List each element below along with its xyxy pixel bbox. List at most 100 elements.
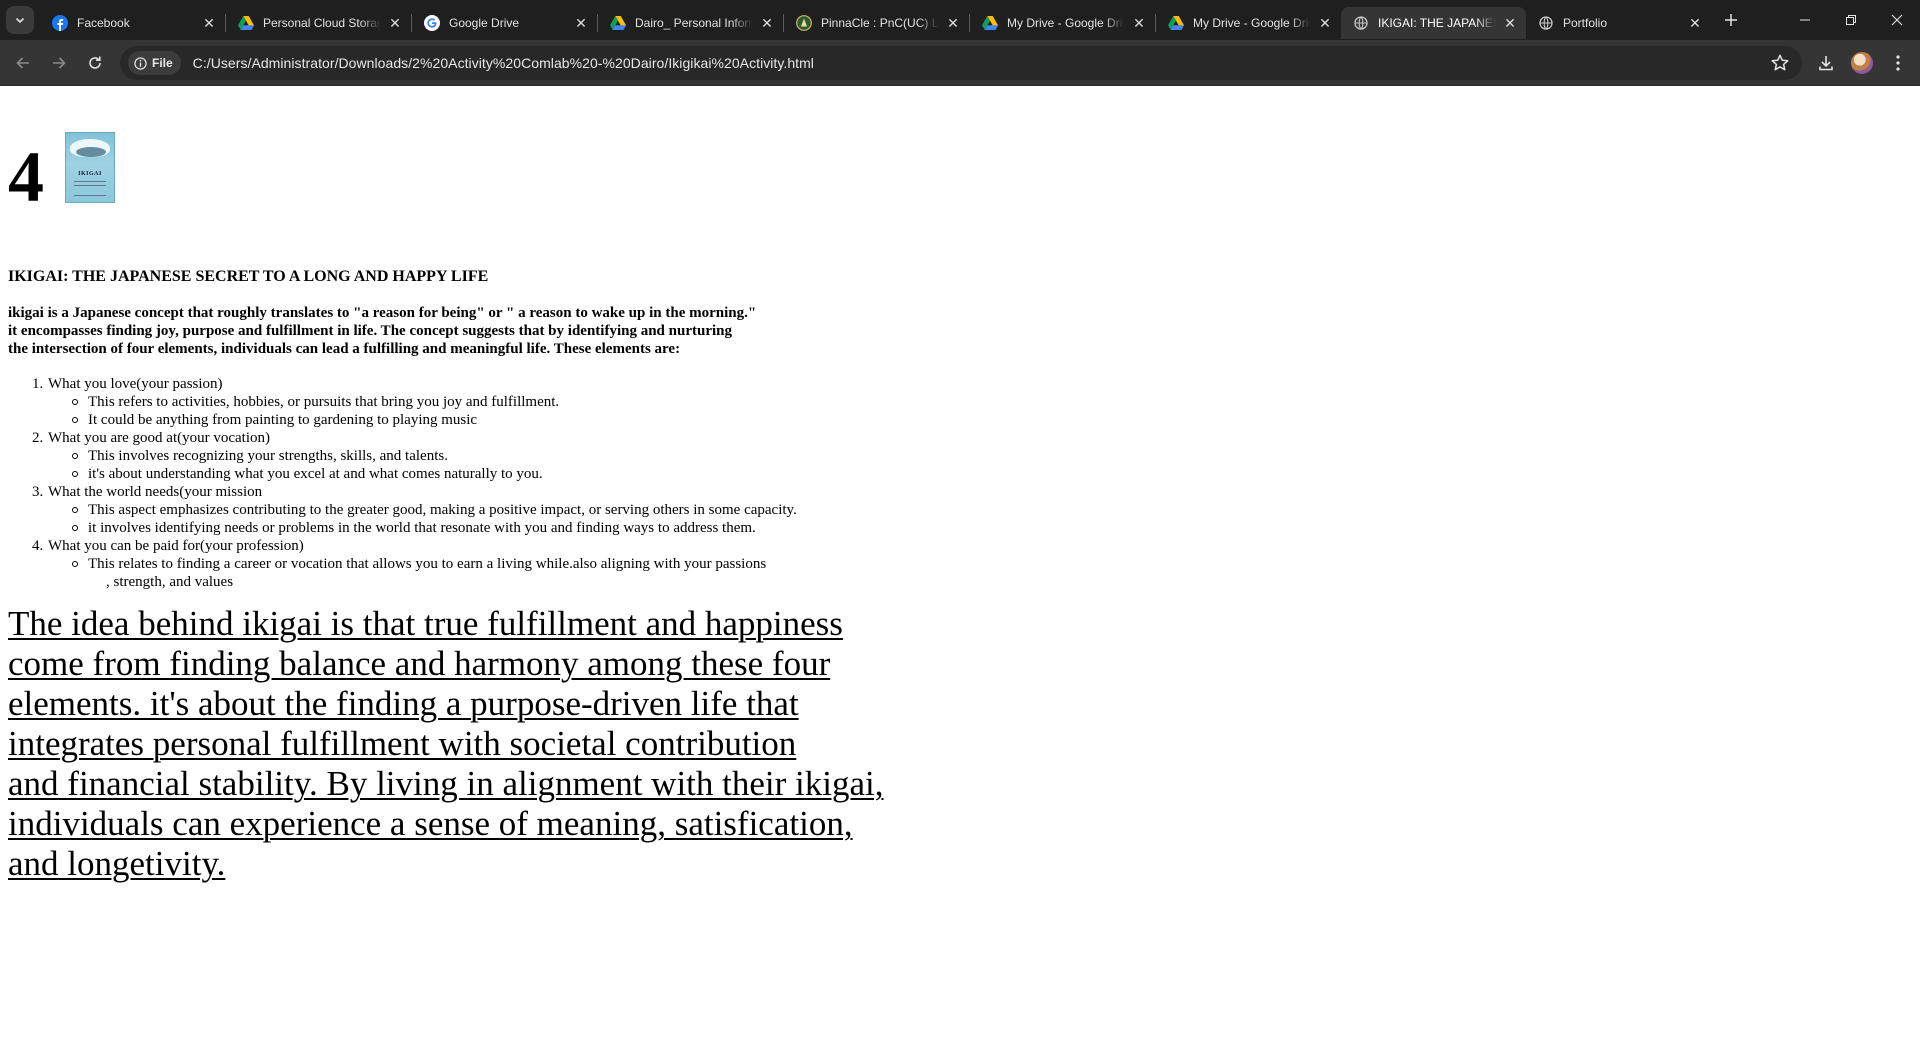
intro-line: the intersection of four elements, indiv… bbox=[8, 341, 681, 357]
closing-line: and financial stability. By living in al… bbox=[8, 764, 884, 803]
sub-list-text: it's about understanding what you excel … bbox=[88, 466, 543, 482]
tab-my-drive[interactable]: My Drive - Google Drive ✕ bbox=[1156, 7, 1341, 39]
arrow-right-icon bbox=[53, 56, 66, 69]
forward-button[interactable] bbox=[42, 46, 76, 80]
arrow-left-icon bbox=[16, 56, 29, 69]
globe-icon bbox=[1538, 15, 1554, 31]
more-vert-icon bbox=[1896, 55, 1900, 71]
restore-icon bbox=[1846, 15, 1856, 25]
tab-list: Facebook ✕ Personal Cloud Storage ✕ Goog… bbox=[40, 0, 1745, 40]
chevron-down-icon bbox=[15, 17, 25, 24]
toolbar-actions bbox=[1808, 40, 1920, 86]
tab-pinnacle[interactable]: PinnaCle : PnC(UC) Learning ✕ bbox=[784, 7, 969, 39]
closing-line: integrates personal fulfillment with soc… bbox=[8, 724, 797, 763]
tab-close-icon[interactable]: ✕ bbox=[573, 15, 589, 31]
tab-portfolio[interactable]: Portfolio ✕ bbox=[1526, 7, 1711, 39]
site-info-chip[interactable]: File bbox=[128, 51, 181, 75]
tab-close-icon[interactable]: ✕ bbox=[759, 15, 775, 31]
sub-list-continuation: , strength, and values bbox=[106, 574, 234, 590]
list-number: 4. bbox=[32, 538, 44, 554]
tab-dairo-personal-information[interactable]: Dairo_ Personal Information ✕ bbox=[598, 7, 783, 39]
google-drive-icon bbox=[238, 15, 254, 31]
intro-line: it encompasses finding joy, purpose and … bbox=[8, 323, 732, 339]
tab-close-icon[interactable]: ✕ bbox=[201, 15, 217, 31]
sub-list-item: This aspect emphasizes contributing to t… bbox=[8, 501, 797, 519]
new-tab-button[interactable] bbox=[1717, 6, 1745, 34]
closing-line: and longetivity. bbox=[8, 844, 226, 883]
tab-title: Dairo_ Personal Information bbox=[635, 16, 753, 30]
circle-bullet-icon bbox=[72, 471, 78, 477]
browser-toolbar: File C:/Users/Administrator/Downloads/2%… bbox=[0, 40, 1920, 86]
minimize-button[interactable] bbox=[1782, 0, 1828, 40]
tab-ikigai[interactable]: IKIGAI: THE JAPANESE SECRET ✕ bbox=[1341, 7, 1526, 39]
tab-personal-cloud-storage[interactable]: Personal Cloud Storage ✕ bbox=[226, 7, 411, 39]
sub-list-item: This relates to finding a career or voca… bbox=[8, 555, 797, 573]
circle-bullet-icon bbox=[72, 525, 78, 531]
tab-facebook[interactable]: Facebook ✕ bbox=[40, 7, 225, 39]
profile-button[interactable] bbox=[1844, 45, 1880, 81]
sub-list-text: This relates to finding a career or voca… bbox=[88, 556, 767, 572]
sub-list-text: This aspect emphasizes contributing to t… bbox=[88, 502, 797, 518]
tab-title: My Drive - Google Drive bbox=[1007, 16, 1125, 30]
list-item-label: What the world needs(your mission bbox=[48, 484, 263, 500]
address-bar[interactable]: File C:/Users/Administrator/Downloads/2%… bbox=[120, 46, 1802, 80]
heading-row: 4 IKIGAI bbox=[8, 132, 115, 213]
tab-close-icon[interactable]: ✕ bbox=[387, 15, 403, 31]
google-drive-icon bbox=[1168, 15, 1184, 31]
downloads-button[interactable] bbox=[1808, 45, 1844, 81]
closing-line: The idea behind ikigai is that true fulf… bbox=[8, 604, 843, 643]
reload-icon bbox=[89, 56, 101, 69]
tab-close-icon[interactable]: ✕ bbox=[945, 15, 961, 31]
menu-button[interactable] bbox=[1880, 45, 1916, 81]
list-item-label: What you love(your passion) bbox=[48, 376, 223, 392]
circle-bullet-icon bbox=[72, 453, 78, 459]
tab-google-drive[interactable]: Google Drive ✕ bbox=[412, 7, 597, 39]
window-controls bbox=[1782, 0, 1920, 40]
sub-list-text: This refers to activities, hobbies, or p… bbox=[88, 394, 560, 410]
tab-strip: Facebook ✕ Personal Cloud Storage ✕ Goog… bbox=[0, 0, 1920, 40]
tab-close-icon[interactable]: ✕ bbox=[1317, 15, 1333, 31]
bookmark-star-icon[interactable] bbox=[1770, 53, 1790, 73]
circle-bullet-icon bbox=[72, 507, 78, 513]
list-item: 4. What you can be paid for(your profess… bbox=[8, 537, 797, 555]
minimize-icon bbox=[1800, 19, 1810, 21]
tab-search-button[interactable] bbox=[6, 6, 34, 34]
close-window-button[interactable] bbox=[1874, 0, 1920, 40]
tab-close-icon[interactable]: ✕ bbox=[1131, 15, 1147, 31]
sub-list-item: it involves identifying needs or problem… bbox=[8, 519, 797, 537]
intro-paragraph: ikigai is a Japanese concept that roughl… bbox=[8, 304, 756, 358]
list-item-label: What you are good at(your vocation) bbox=[48, 430, 271, 446]
elements-list: 1. What you love(your passion) This refe… bbox=[8, 375, 797, 591]
list-item-label: What you can be paid for(your profession… bbox=[48, 538, 304, 554]
avatar bbox=[1851, 52, 1873, 74]
list-number: 3. bbox=[32, 484, 44, 500]
close-icon bbox=[1891, 14, 1903, 26]
tab-close-icon[interactable]: ✕ bbox=[1502, 15, 1518, 31]
tab-title: IKIGAI: THE JAPANESE SECRET bbox=[1378, 16, 1496, 30]
tab-title: Facebook bbox=[77, 16, 130, 30]
reload-button[interactable] bbox=[78, 46, 112, 80]
list-item: 2. What you are good at(your vocation) bbox=[8, 429, 797, 447]
circle-bullet-icon bbox=[72, 561, 78, 567]
sub-list-text: It could be anything from painting to ga… bbox=[88, 412, 478, 428]
intro-line: ikigai is a Japanese concept that roughl… bbox=[8, 305, 757, 321]
ikigai-book-cover-image: IKIGAI bbox=[65, 132, 115, 203]
back-button[interactable] bbox=[6, 46, 40, 80]
tab-title: My Drive - Google Drive bbox=[1193, 16, 1311, 30]
closing-paragraph: The idea behind ikigai is that true fulf… bbox=[8, 604, 884, 884]
restore-button[interactable] bbox=[1828, 0, 1874, 40]
closing-line: individuals can experience a sense of me… bbox=[8, 804, 853, 843]
book-cover-title: IKIGAI bbox=[78, 171, 102, 177]
closing-line: come from finding balance and harmony am… bbox=[8, 644, 831, 683]
info-icon bbox=[134, 56, 147, 70]
circle-bullet-icon bbox=[72, 399, 78, 405]
sub-list-item: it's about understanding what you excel … bbox=[8, 465, 797, 483]
tab-my-drive[interactable]: My Drive - Google Drive ✕ bbox=[970, 7, 1155, 39]
list-item: 3. What the world needs(your mission bbox=[8, 483, 797, 501]
facebook-icon bbox=[52, 15, 68, 31]
url-text: C:/Users/Administrator/Downloads/2%20Act… bbox=[192, 55, 814, 71]
tab-close-icon[interactable]: ✕ bbox=[1687, 15, 1703, 31]
tab-title: PinnaCle : PnC(UC) Learning bbox=[821, 16, 939, 30]
google-drive-icon bbox=[610, 15, 626, 31]
list-number: 1. bbox=[32, 376, 44, 392]
